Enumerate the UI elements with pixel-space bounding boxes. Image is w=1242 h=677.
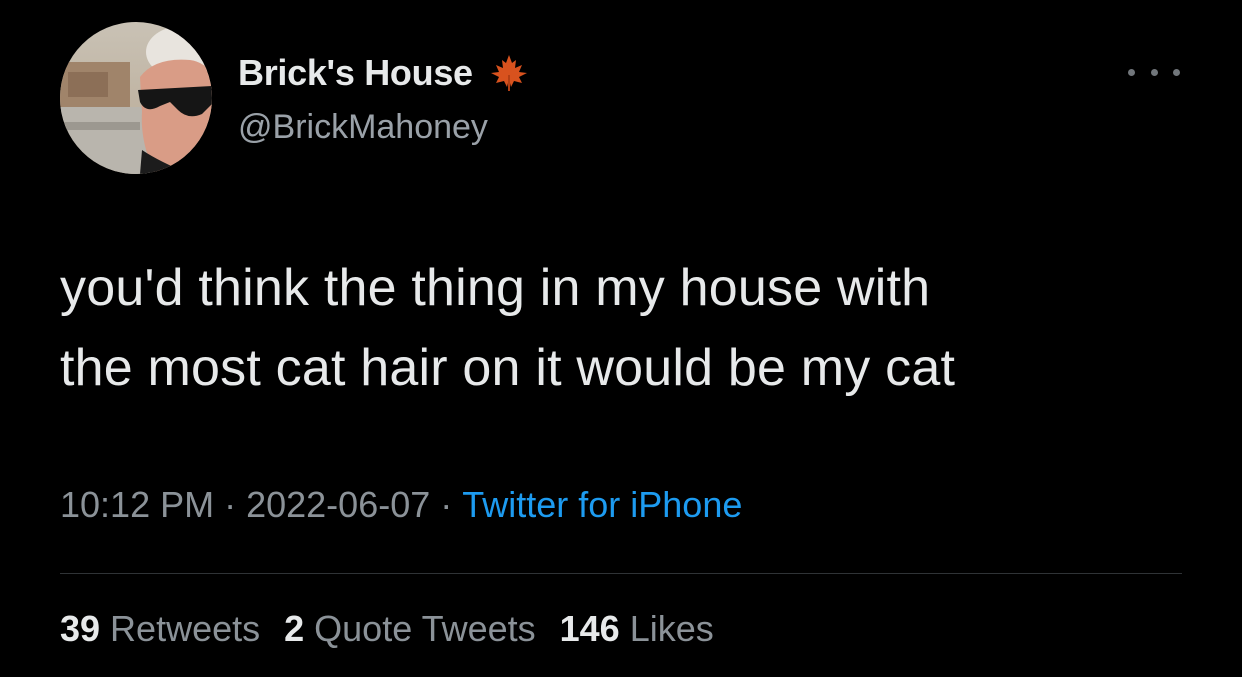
likes-label: Likes [629, 608, 714, 649]
more-options-icon[interactable] [1128, 60, 1180, 84]
more-dot [1128, 68, 1135, 76]
retweets-stat[interactable]: 39 Retweets [60, 608, 260, 649]
tweet-text-line: you'd think the thing in my house with [60, 259, 931, 317]
tweet-text-line: the most cat hair on it would be my cat [60, 339, 956, 397]
tweet-source-link[interactable]: Twitter for iPhone [462, 484, 742, 525]
quote-tweets-stat[interactable]: 2 Quote Tweets [284, 608, 536, 649]
tweet-meta: 10:12 PM · 2022-06-07 · Twitter for iPhone [60, 484, 742, 526]
meta-separator: · [440, 484, 453, 525]
retweets-count: 39 [60, 608, 101, 649]
tweet-text: you'd think the thing in my house with t… [60, 248, 1200, 408]
meta-separator: · [224, 484, 237, 525]
more-dot [1173, 68, 1180, 76]
author-display-name[interactable]: Brick's House [238, 52, 473, 94]
avatar[interactable] [60, 22, 212, 174]
avatar-image [60, 22, 212, 174]
quote-tweets-label: Quote Tweets [314, 608, 536, 649]
tweet-time[interactable]: 10:12 PM [60, 484, 214, 525]
tweet-date[interactable]: 2022-06-07 [246, 484, 430, 525]
likes-count: 146 [559, 608, 620, 649]
retweets-label: Retweets [110, 608, 261, 649]
quote-tweets-count: 2 [284, 608, 305, 649]
tweet-stats: 39 Retweets 2 Quote Tweets 146 Likes [60, 608, 738, 650]
divider [60, 573, 1182, 574]
more-dot [1150, 68, 1158, 76]
tweet-card: Brick's House @BrickMahoney you'd think … [0, 0, 1242, 677]
author-handle[interactable]: @BrickMahoney [238, 108, 488, 147]
maple-leaf-icon [489, 53, 529, 93]
likes-stat[interactable]: 146 Likes [560, 608, 714, 649]
author-name-row[interactable]: Brick's House [238, 48, 529, 98]
